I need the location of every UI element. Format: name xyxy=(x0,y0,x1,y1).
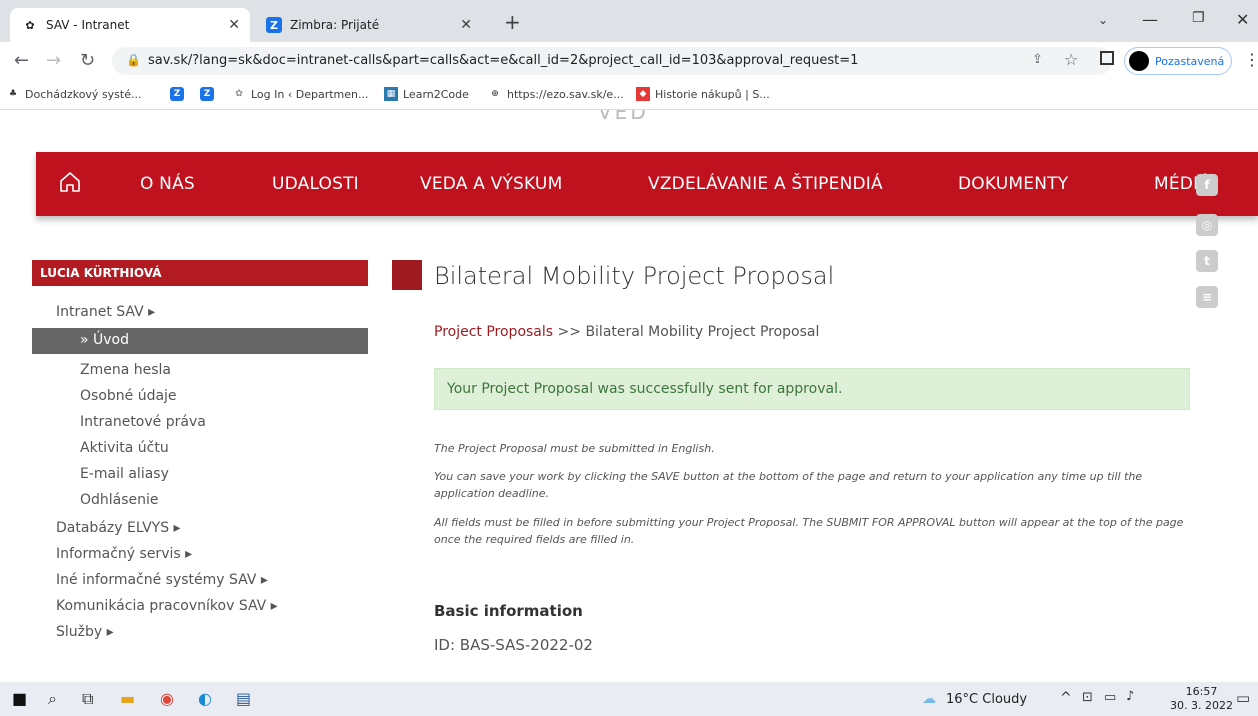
success-alert: Your Project Proposal was successfully s… xyxy=(434,368,1190,410)
tab-sav-intranet[interactable]: ✿ SAV - Intranet ✕ xyxy=(10,8,250,42)
sidebar-item-odhlasenie[interactable]: Odhlásenie xyxy=(80,492,159,508)
globe-icon: ⊕ xyxy=(491,89,499,99)
sidebar-item-intranetove-prava[interactable]: Intranetové práva xyxy=(80,414,206,430)
zimbra-icon: Z xyxy=(266,17,282,33)
url-text[interactable]: sav.sk/?lang=sk&doc=intranet-calls&part=… xyxy=(148,53,858,68)
rss-icon[interactable]: ≡ xyxy=(1196,286,1218,308)
sidebar-item-email-aliasy[interactable]: E-mail aliasy xyxy=(80,466,169,482)
search-icon[interactable]: ⌕ xyxy=(48,689,57,709)
sidebar-item-ine-systemy[interactable]: Iné informačné systémy SAV ▸ xyxy=(56,572,268,588)
bookmark-ezo[interactable]: ⊕ https://ezo.sav.sk/e... xyxy=(488,87,623,101)
clock[interactable]: 16:57 30. 3. 2022 xyxy=(1170,685,1233,713)
sidebar-item-aktivita-uctu[interactable]: Aktivita účtu xyxy=(80,440,169,456)
profile-label: Pozastavená xyxy=(1155,54,1225,68)
tab-strip: ✿ SAV - Intranet ✕ Z Zimbra: Prijaté ✕ +… xyxy=(0,0,1258,42)
home-icon[interactable] xyxy=(58,170,82,194)
instagram-icon[interactable]: ◎ xyxy=(1196,214,1218,236)
main-nav: O NÁS UDALOSTI VEDA A VÝSKUM VZDELÁVANIE… xyxy=(36,152,1258,216)
sidebar-item-informacny-servis[interactable]: Informačný servis ▸ xyxy=(56,546,192,562)
section-title: Basic information xyxy=(434,602,583,620)
back-icon[interactable]: ← xyxy=(14,50,29,71)
edge-icon[interactable]: ◐ xyxy=(198,689,212,708)
nav-vzdelavanie[interactable]: VZDELÁVANIE A ŠTIPENDIÁ xyxy=(648,174,883,194)
network-icon[interactable]: ⊡ xyxy=(1082,690,1093,705)
tab-title: SAV - Intranet xyxy=(46,18,130,32)
sav-favicon-icon: ✿ xyxy=(235,89,243,99)
page-content: VED O NÁS UDALOSTI VEDA A VÝSKUM VZDELÁV… xyxy=(0,110,1258,682)
proposal-id: ID: BAS-SAS-2022-02 xyxy=(434,636,593,654)
twitter-icon[interactable]: t xyxy=(1196,250,1218,272)
tab-zimbra[interactable]: Z Zimbra: Prijaté ✕ xyxy=(254,8,494,42)
sidebar-item-sluzby[interactable]: Služby ▸ xyxy=(56,624,114,640)
chrome-icon[interactable]: ◉ xyxy=(160,689,174,708)
zimbra-icon: Z xyxy=(170,87,184,101)
learn2code-icon: ▦ xyxy=(384,87,398,101)
breadcrumb: Project Proposals >> Bilateral Mobility … xyxy=(434,324,819,340)
shop-icon: ◆ xyxy=(636,87,650,101)
notification-icon[interactable]: ▭ xyxy=(1236,689,1250,707)
note-submit: All fields must be filled in before subm… xyxy=(434,516,1184,546)
volume-icon[interactable]: ♪ xyxy=(1126,689,1134,704)
sidebar-user-name: LUCIA KÜRTHIOVÁ xyxy=(32,260,368,286)
file-explorer-icon[interactable]: ▬ xyxy=(120,689,135,708)
sidebar-item-zmena-hesla[interactable]: Zmena hesla xyxy=(80,362,171,378)
note-save: You can save your work by clicking the S… xyxy=(434,470,1143,500)
new-tab-button[interactable]: + xyxy=(504,10,521,34)
bookmark-zimbra-1[interactable]: Z xyxy=(170,87,189,101)
nav-udalosti[interactable]: UDALOSTI xyxy=(272,174,359,194)
sav-favicon-icon: ✿ xyxy=(25,18,35,32)
sidebar-item-databazy-elvys[interactable]: Databázy ELVYS ▸ xyxy=(56,520,181,536)
windows-taskbar: ■ ⌕ ⧉ ▬ ◉ ◐ ▤ ☁ 16°C Cloudy ^ ⊡ ▭ ♪ 16:5… xyxy=(0,682,1258,716)
tab-title: Zimbra: Prijaté xyxy=(290,18,380,32)
share-icon[interactable]: ⇪ xyxy=(1032,52,1043,67)
task-view-icon[interactable]: ⧉ xyxy=(82,689,93,709)
note-english: The Project Proposal must be submitted i… xyxy=(434,442,715,455)
tab-search-icon[interactable]: ⌄ xyxy=(1098,13,1108,27)
battery-icon[interactable]: ▭ xyxy=(1104,690,1116,705)
close-tab-icon[interactable]: ✕ xyxy=(460,17,472,33)
bookmarks-bar: ♣ Dochádzkový systé... Z Z ✿ Log In ‹ De… xyxy=(0,80,1258,110)
restore-icon[interactable]: ❐ xyxy=(1192,10,1205,26)
word-icon[interactable]: ▤ xyxy=(236,689,251,708)
windows-start-icon[interactable]: ■ xyxy=(12,689,27,708)
breadcrumb-current: >> Bilateral Mobility Project Proposal xyxy=(553,324,820,340)
zimbra-icon: Z xyxy=(200,87,214,101)
bookmark-star-icon[interactable]: ☆ xyxy=(1064,50,1078,69)
menu-icon[interactable]: ⋮ xyxy=(1244,50,1258,69)
nav-dokumenty[interactable]: DOKUMENTY xyxy=(958,174,1068,194)
browser-toolbar: ← → ↻ 🔒 sav.sk/?lang=sk&doc=intranet-cal… xyxy=(0,42,1258,80)
tray-chevron-icon[interactable]: ^ xyxy=(1060,690,1072,706)
bookmark-zimbra-2[interactable]: Z xyxy=(200,87,219,101)
side-panel-icon[interactable] xyxy=(1100,51,1114,65)
nav-veda-vyskum[interactable]: VEDA A VÝSKUM xyxy=(420,174,562,194)
minimize-icon[interactable]: — xyxy=(1142,10,1158,29)
page-title: Bilateral Mobility Project Proposal xyxy=(434,262,835,290)
reload-icon[interactable]: ↻ xyxy=(80,50,95,71)
sidebar-item-osobne-udaje[interactable]: Osobné údaje xyxy=(80,388,177,404)
avatar xyxy=(1129,51,1149,71)
profile-button[interactable]: Pozastavená xyxy=(1124,47,1232,75)
bookmark-login[interactable]: ✿ Log In ‹ Departmen... xyxy=(232,87,368,101)
sidebar-item-uvod[interactable]: » Úvod xyxy=(32,328,368,354)
nav-o-nas[interactable]: O NÁS xyxy=(140,174,195,194)
sidebar-item-intranet[interactable]: Intranet SAV ▸ xyxy=(56,304,155,320)
header-logo-text: VED xyxy=(598,110,649,124)
close-tab-icon[interactable]: ✕ xyxy=(228,17,240,33)
bookmark-historie[interactable]: ◆ Historie nákupů | S... xyxy=(636,87,770,101)
close-window-icon[interactable]: ✕ xyxy=(1236,10,1249,29)
address-bar[interactable]: 🔒 sav.sk/?lang=sk&doc=intranet-calls&par… xyxy=(112,47,1112,75)
clock-time: 16:57 xyxy=(1185,685,1218,698)
lock-icon[interactable]: 🔒 xyxy=(126,53,141,67)
title-accent xyxy=(392,260,422,290)
sidebar-item-komunikacia[interactable]: Komunikácia pracovníkov SAV ▸ xyxy=(56,598,278,614)
facebook-icon[interactable]: f xyxy=(1196,174,1218,196)
bookmark-learn2code[interactable]: ▦ Learn2Code xyxy=(384,87,469,101)
forward-icon[interactable]: → xyxy=(46,50,61,71)
bookmark-dochadzka[interactable]: ♣ Dochádzkový systé... xyxy=(6,87,142,101)
cloud-icon: ☁ xyxy=(922,691,936,707)
person-icon: ♣ xyxy=(8,89,18,99)
breadcrumb-link-project-proposals[interactable]: Project Proposals xyxy=(434,324,553,340)
weather-text[interactable]: 16°C Cloudy xyxy=(946,692,1027,707)
clock-date: 30. 3. 2022 xyxy=(1170,699,1233,712)
